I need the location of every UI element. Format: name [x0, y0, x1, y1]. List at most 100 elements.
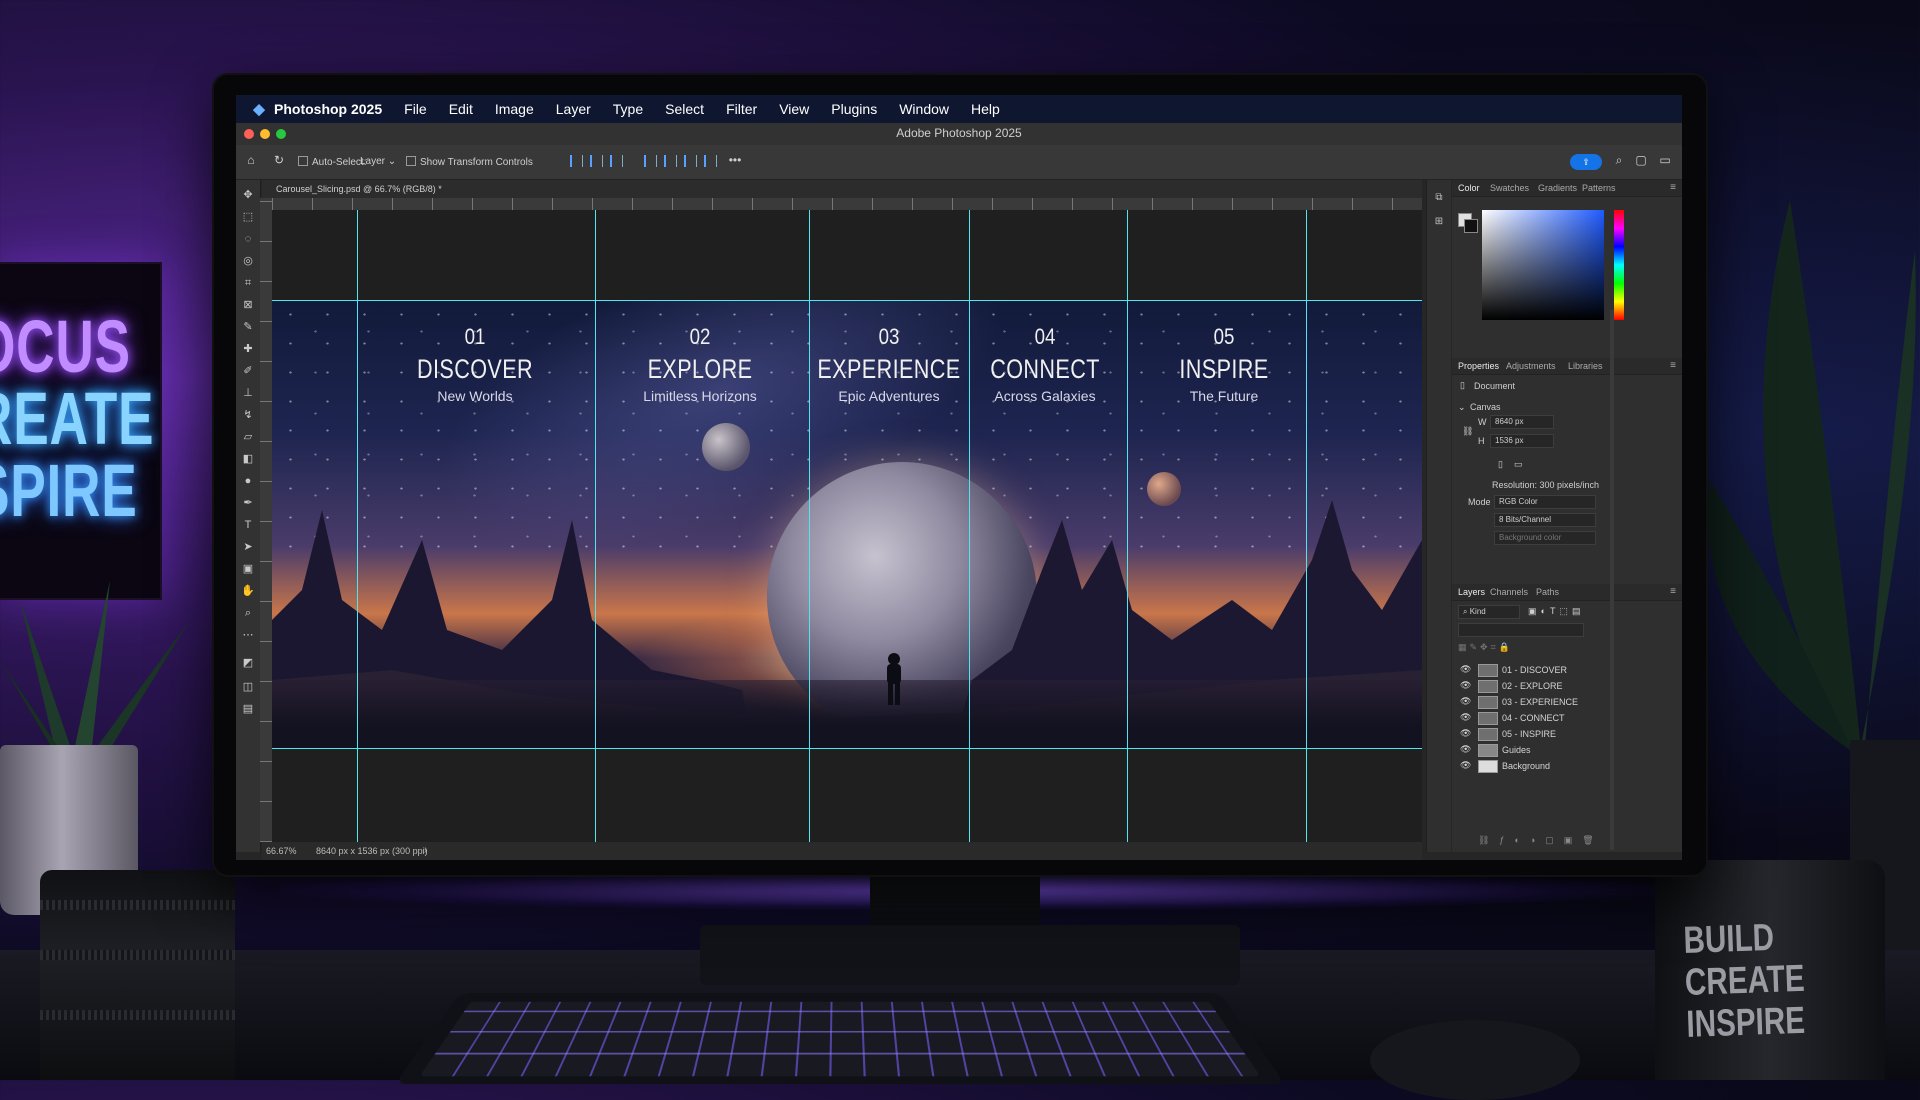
layer-row[interactable]: 👁 Background [1452, 758, 1682, 774]
panel-scrollbar[interactable] [1610, 310, 1614, 850]
canvas-section-chevron-icon[interactable]: ⌄ [1458, 402, 1466, 413]
pen-tool-icon[interactable]: ✒ [241, 496, 255, 510]
ps-logo-icon[interactable]: ◆ [244, 100, 274, 118]
auto-select-checkbox[interactable]: Auto-Select: [298, 156, 366, 168]
show-transform-controls-checkbox[interactable]: Show Transform Controls [406, 156, 533, 168]
canvas[interactable]: 01 DISCOVER New Worlds 02 EXPLORE Limitl… [272, 300, 1422, 748]
history-brush-tool-icon[interactable]: ↯ [241, 408, 255, 422]
menu-edit[interactable]: Edit [449, 101, 473, 117]
tab-properties[interactable]: Properties [1458, 361, 1499, 371]
layer-row[interactable]: 👁 02 - EXPLORE [1452, 678, 1682, 694]
tab-libraries[interactable]: Libraries [1568, 361, 1603, 371]
menu-app-name[interactable]: Photoshop 2025 [274, 101, 382, 117]
visibility-eye-icon[interactable]: 👁 [1460, 664, 1472, 675]
frame-tool-icon[interactable]: ⊠ [241, 298, 255, 312]
distribute-right-icon[interactable] [684, 155, 697, 167]
layer-filter-select[interactable]: ⌕ Kind [1458, 605, 1520, 619]
guide-horizontal[interactable] [272, 748, 1422, 749]
guide-horizontal[interactable] [272, 300, 1422, 301]
search-icon[interactable]: ⌕ [1612, 153, 1626, 167]
layer-row[interactable]: 👁 Guides [1452, 742, 1682, 758]
tab-patterns[interactable]: Patterns [1582, 183, 1616, 193]
tab-channels[interactable]: Channels [1490, 587, 1528, 597]
move-tool-icon[interactable]: ✥ [241, 188, 255, 202]
tab-layers[interactable]: Layers [1458, 587, 1485, 597]
slice-01-text[interactable]: 01 DISCOVER New Worlds [355, 324, 595, 404]
tab-gradients[interactable]: Gradients [1538, 183, 1577, 193]
slice-05-text[interactable]: 05 INSPIRE The Future [1104, 324, 1344, 404]
canvas-section-label[interactable]: Canvas [1470, 402, 1501, 412]
align-right-icon[interactable] [610, 155, 623, 167]
zoom-level[interactable]: 66.67% [266, 846, 297, 856]
background-color-swatch[interactable] [1464, 219, 1478, 233]
menu-view[interactable]: View [779, 101, 809, 117]
lock-icons[interactable]: ▦✎✥⌗🔒 [1458, 642, 1513, 653]
menu-plugins[interactable]: Plugins [831, 101, 877, 117]
visibility-eye-icon[interactable]: 👁 [1460, 712, 1472, 723]
move-tool-preset-icon[interactable]: ↻ [272, 153, 286, 167]
healing-brush-tool-icon[interactable]: ✚ [241, 342, 255, 356]
color-picker-field[interactable] [1482, 210, 1604, 320]
object-select-tool-icon[interactable]: ◎ [241, 254, 255, 268]
layer-row[interactable]: 👁 05 - INSPIRE [1452, 726, 1682, 742]
gradient-tool-icon[interactable]: ◧ [241, 452, 255, 466]
align-left-icon[interactable] [570, 155, 583, 167]
visibility-eye-icon[interactable]: 👁 [1460, 744, 1472, 755]
layer-row[interactable]: 👁 01 - DISCOVER [1452, 662, 1682, 678]
align-center-icon[interactable] [590, 155, 603, 167]
workspace-icon[interactable]: ▢ [1634, 153, 1648, 167]
marquee-tool-icon[interactable]: ⬚ [241, 210, 255, 224]
panel-menu-icon[interactable]: ≡ [1670, 360, 1676, 371]
blend-mode-select[interactable] [1458, 623, 1584, 637]
panel-menu-icon[interactable]: ≡ [1670, 182, 1676, 193]
screen-mode-icon[interactable]: ▤ [241, 702, 255, 716]
more-options-icon[interactable]: ••• [728, 153, 742, 167]
eyedropper-tool-icon[interactable]: ✎ [241, 320, 255, 334]
menu-image[interactable]: Image [495, 101, 534, 117]
menu-file[interactable]: File [404, 101, 427, 117]
path-selection-tool-icon[interactable]: ➤ [241, 540, 255, 554]
lasso-tool-icon[interactable]: ◌ [241, 232, 255, 246]
menu-window[interactable]: Window [899, 101, 949, 117]
horizontal-ruler[interactable] [272, 198, 1422, 210]
quick-mask-icon[interactable]: ◫ [241, 680, 255, 694]
share-button[interactable]: ⇪ [1570, 154, 1602, 170]
dodge-tool-icon[interactable]: ● [241, 474, 255, 488]
panel-menu-icon[interactable]: ≡ [1670, 586, 1676, 597]
distribute-left-icon[interactable] [644, 155, 657, 167]
color-mode-select[interactable]: RGB Color [1494, 495, 1596, 509]
bit-depth-select[interactable]: 8 Bits/Channel [1494, 513, 1596, 527]
hand-tool-icon[interactable]: ✋ [241, 584, 255, 598]
brush-tool-icon[interactable]: ✐ [241, 364, 255, 378]
more-tools-icon[interactable]: ⋯ [241, 628, 255, 642]
shape-tool-icon[interactable]: ▣ [241, 562, 255, 576]
menu-help[interactable]: Help [971, 101, 1000, 117]
clone-stamp-tool-icon[interactable]: ⊥ [241, 386, 255, 400]
zoom-tool-icon[interactable]: ⌕ [241, 606, 255, 620]
tab-adjustments[interactable]: Adjustments [1506, 361, 1556, 371]
type-tool-icon[interactable]: T [241, 518, 255, 532]
foreground-background-color-icon[interactable]: ◩ [241, 656, 255, 670]
width-field[interactable]: 8640 px [1490, 415, 1554, 429]
status-menu-icon[interactable]: › [424, 845, 427, 855]
link-dimensions-icon[interactable]: ⛓ [1462, 426, 1473, 437]
background-color-select[interactable]: Background color [1494, 531, 1596, 545]
hue-slider[interactable] [1614, 210, 1624, 320]
panel-layout-icon[interactable]: ▭ [1658, 153, 1672, 167]
tab-color[interactable]: Color [1458, 183, 1480, 193]
distribute-spacing-icon[interactable] [704, 155, 717, 167]
auto-select-dropdown[interactable]: Layer ⌄ [360, 156, 396, 167]
history-panel-icon[interactable]: ⧉ [1433, 192, 1445, 204]
vertical-ruler[interactable] [260, 198, 272, 842]
distribute-center-icon[interactable] [664, 155, 677, 167]
eraser-tool-icon[interactable]: ▱ [241, 430, 255, 444]
document-tab[interactable]: Carousel_Slicing.psd @ 66.7% (RGB/8) * [262, 180, 1422, 198]
visibility-eye-icon[interactable]: 👁 [1460, 696, 1472, 707]
height-field[interactable]: 1536 px [1490, 434, 1554, 448]
layer-row[interactable]: 👁 03 - EXPERIENCE [1452, 694, 1682, 710]
menu-select[interactable]: Select [665, 101, 704, 117]
visibility-eye-icon[interactable]: 👁 [1460, 760, 1472, 771]
layer-filter-icons[interactable]: ▣◐T⬚▤ [1528, 606, 1584, 617]
menu-layer[interactable]: Layer [556, 101, 591, 117]
home-icon[interactable]: ⌂ [244, 153, 258, 167]
